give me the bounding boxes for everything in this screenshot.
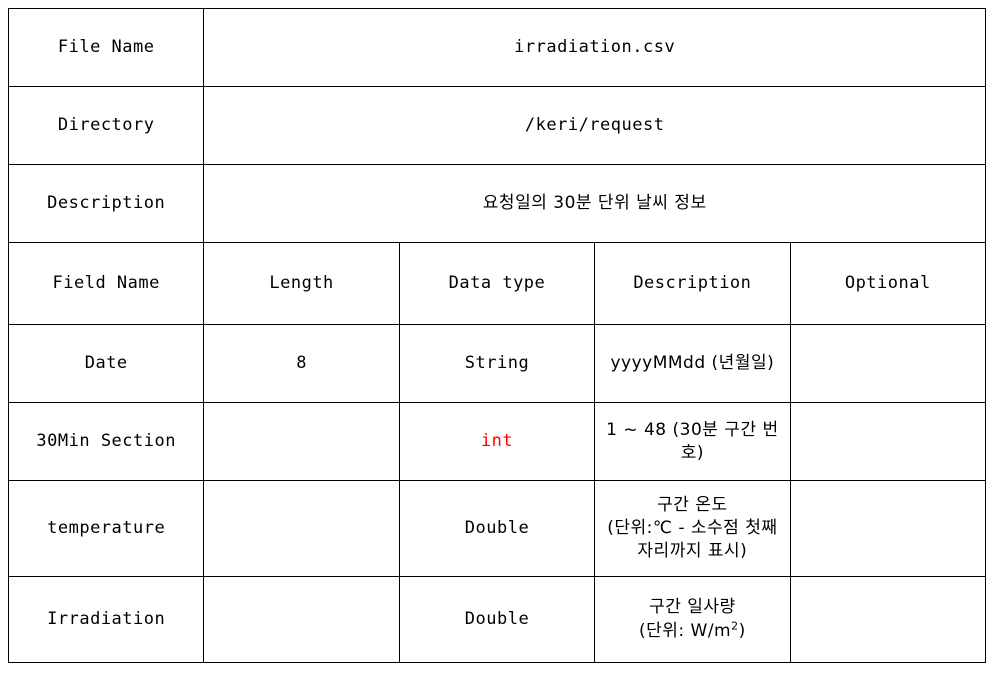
table-header-row: Field Name Length Data type Description … bbox=[7, 242, 987, 325]
file-name-label: File Name bbox=[7, 8, 205, 87]
column-header-description: Description bbox=[594, 242, 791, 325]
field-name-cell: 30Min Section bbox=[7, 402, 205, 481]
length-cell bbox=[203, 576, 400, 663]
unit-text: (단위: W/m2) bbox=[638, 619, 746, 641]
column-header-data-type: Data type bbox=[398, 242, 596, 325]
table-row: Date 8 String yyyyMMdd (년월일) bbox=[7, 324, 987, 403]
description-cell: 구간 일사량 (단위: W/m2) bbox=[594, 576, 791, 663]
length-cell bbox=[203, 480, 400, 577]
document-page: File Name irradiation.csv Directory /ker… bbox=[0, 0, 994, 679]
directory-value: /keri/request bbox=[203, 86, 986, 165]
superscript-two: 2 bbox=[731, 619, 739, 633]
table-row: Irradiation Double 구간 일사량 (단위: W/m2) bbox=[7, 576, 987, 663]
file-name-value: irradiation.csv bbox=[203, 8, 986, 87]
description-value: 요청일의 30분 단위 날씨 정보 bbox=[203, 164, 986, 243]
column-header-length: Length bbox=[203, 242, 400, 325]
field-name-cell: temperature bbox=[7, 480, 205, 577]
description-line-1: 구간 온도 bbox=[657, 495, 728, 516]
field-name-cell: Irradiation bbox=[7, 576, 205, 663]
description-line-2: (단위:℃ - 소수점 첫째 bbox=[607, 518, 778, 539]
table-row: 30Min Section int 1 ~ 48 (30분 구간 번호) bbox=[7, 402, 987, 481]
length-cell: 8 bbox=[203, 324, 400, 403]
table-row: File Name irradiation.csv bbox=[7, 8, 986, 87]
description-line-2: (단위: W/m2) bbox=[601, 619, 783, 643]
data-type-cell: Double bbox=[398, 480, 596, 577]
column-header-optional: Optional bbox=[789, 242, 987, 325]
table-row: Directory /keri/request bbox=[7, 86, 986, 165]
description-label: Description bbox=[7, 164, 205, 243]
description-cell: 구간 온도 (단위:℃ - 소수점 첫째 자리까지 표시) bbox=[594, 480, 791, 577]
description-cell: 1 ~ 48 (30분 구간 번호) bbox=[594, 402, 791, 481]
data-type-cell: int bbox=[398, 402, 596, 481]
data-type-cell: String bbox=[398, 324, 596, 403]
description-cell: yyyyMMdd (년월일) bbox=[594, 324, 791, 403]
optional-cell bbox=[789, 324, 987, 403]
directory-label: Directory bbox=[7, 86, 205, 165]
optional-cell bbox=[789, 576, 987, 663]
file-specification-table: File Name irradiation.csv Directory /ker… bbox=[7, 8, 987, 663]
column-header-field-name: Field Name bbox=[7, 242, 205, 325]
optional-cell bbox=[789, 402, 987, 481]
table-row: temperature Double 구간 온도 (단위:℃ - 소수점 첫째 … bbox=[7, 480, 987, 577]
length-cell bbox=[203, 402, 400, 481]
description-line-3: 자리까지 표시) bbox=[637, 540, 748, 561]
data-type-cell: Double bbox=[398, 576, 596, 663]
field-name-cell: Date bbox=[7, 324, 205, 403]
table-row: Description 요청일의 30분 단위 날씨 정보 bbox=[7, 164, 986, 243]
optional-cell bbox=[789, 480, 987, 577]
description-line-1: 구간 일사량 bbox=[649, 597, 736, 618]
